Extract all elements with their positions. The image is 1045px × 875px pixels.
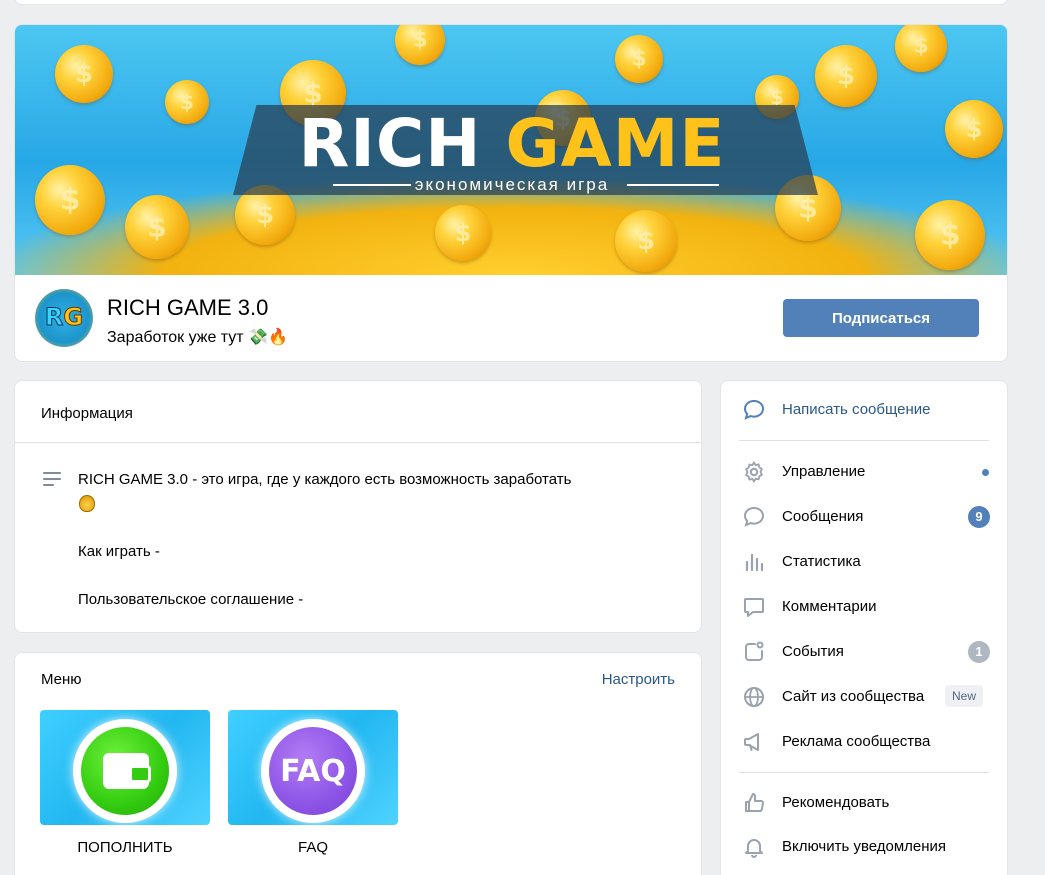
comment-icon xyxy=(744,598,764,617)
thumbs-up-icon xyxy=(745,793,764,812)
events-icon xyxy=(745,641,764,661)
menu-title: Меню xyxy=(41,671,82,688)
menu-card: Меню Настроить ПОПОЛНИТЬ FAQ FAQ xyxy=(14,652,702,875)
group-status: Заработок уже тут 💸🔥 xyxy=(107,329,288,346)
sidebar-item-community-site[interactable]: Сайт из сообщества New xyxy=(721,679,1007,715)
group-header-card: RICH GAME экономическая игра RG RICH GAM… xyxy=(14,24,1008,362)
coin-decoration xyxy=(55,45,113,103)
write-message-button[interactable]: Написать сообщение xyxy=(721,392,1007,428)
coin-decoration xyxy=(395,25,445,65)
sidebar-item-label: Сообщения xyxy=(782,508,864,525)
cover-image: RICH GAME экономическая игра xyxy=(15,25,1007,275)
notification-dot xyxy=(982,469,989,476)
money-bag-icon xyxy=(79,495,95,512)
globe-icon xyxy=(744,687,764,707)
enable-notifications-button[interactable]: Включить уведомления xyxy=(721,829,1007,865)
wallet-icon xyxy=(103,753,151,789)
how-to-play-link: Как играть - xyxy=(78,543,160,560)
bell-icon xyxy=(745,839,763,858)
sidebar-item-label: Управление xyxy=(782,463,866,480)
megaphone-icon xyxy=(744,733,759,751)
coin-decoration xyxy=(915,200,985,270)
new-tag: New xyxy=(945,685,984,707)
sidebar-item-label: Комментарии xyxy=(782,598,877,615)
coin-decoration xyxy=(895,25,947,72)
divider xyxy=(739,772,989,773)
configure-menu-link[interactable]: Настроить xyxy=(602,671,675,688)
sidebar-item-messages[interactable]: Сообщения 9 xyxy=(721,499,1007,535)
gear-icon xyxy=(745,461,763,483)
sidebar-item-management[interactable]: Управление xyxy=(721,454,1007,490)
message-bubble-icon xyxy=(743,399,765,420)
sidebar-item-statistics[interactable]: Статистика xyxy=(721,544,1007,580)
events-count-badge: 1 xyxy=(968,641,990,663)
sidebar-item-label: Сайт из сообщества xyxy=(782,688,925,705)
subscribe-button[interactable]: Подписаться xyxy=(783,299,979,337)
recommend-button[interactable]: Рекомендовать xyxy=(721,785,1007,821)
cover-subtitle: экономическая игра xyxy=(414,175,610,194)
actions-sidebar: Написать сообщение Управление Сообщения … xyxy=(720,380,1008,875)
sidebar-item-advertising[interactable]: Реклама сообщества xyxy=(721,724,1007,760)
description-text: RICH GAME 3.0 - это игра, где у каждого … xyxy=(78,471,572,488)
messages-count-badge: 9 xyxy=(968,506,990,528)
sidebar-item-comments[interactable]: Комментарии xyxy=(721,589,1007,625)
sidebar-item-label: Рекомендовать xyxy=(782,794,890,811)
coin-decoration xyxy=(615,210,677,272)
sidebar-item-label: Включить уведомления xyxy=(782,838,947,855)
user-agreement-link: Пользовательское соглашение - xyxy=(78,591,304,608)
chat-icon xyxy=(743,506,765,527)
info-title: Информация xyxy=(41,405,133,422)
group-avatar[interactable]: RG xyxy=(35,289,93,347)
cover-title: RICH GAME xyxy=(298,105,726,182)
menu-tile-label[interactable]: ПОПОЛНИТЬ xyxy=(40,839,210,856)
sidebar-item-events[interactable]: События 1 xyxy=(721,634,1007,670)
sidebar-item-label: Реклама сообщества xyxy=(782,733,931,750)
sidebar-item-label: События xyxy=(782,643,844,660)
menu-tile-faq[interactable]: FAQ xyxy=(228,710,398,825)
faq-icon: FAQ xyxy=(280,754,346,789)
divider xyxy=(15,442,701,443)
coin-decoration xyxy=(125,195,189,259)
group-name: RICH GAME 3.0 xyxy=(107,295,269,320)
sidebar-item-label: Статистика xyxy=(782,553,861,570)
info-card: Информация RICH GAME 3.0 - это игра, где… xyxy=(14,380,702,633)
menu-tile-label[interactable]: FAQ xyxy=(228,839,398,856)
write-message-label: Написать сообщение xyxy=(782,401,931,418)
previous-card-edge xyxy=(14,0,1008,5)
divider xyxy=(739,440,989,441)
coin-decoration xyxy=(435,205,491,261)
stats-icon xyxy=(745,553,764,572)
description-icon xyxy=(43,472,61,490)
coin-decoration xyxy=(615,35,663,83)
coin-decoration xyxy=(815,45,877,107)
menu-tile-deposit[interactable] xyxy=(40,710,210,825)
